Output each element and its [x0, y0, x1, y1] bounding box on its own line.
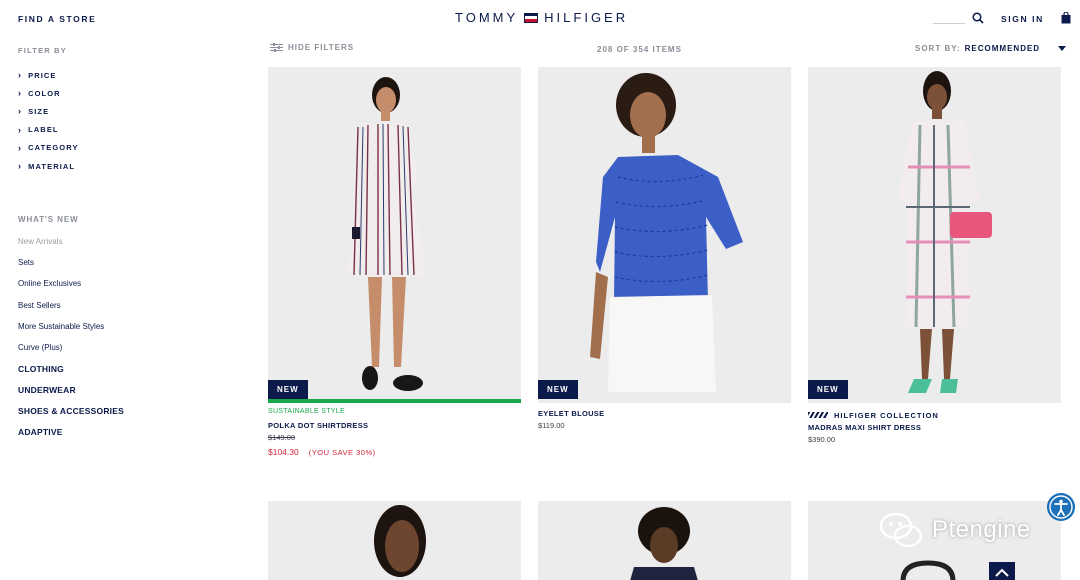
product-card[interactable]: NEW HILFIGER COLLECTION MADRAS MAXI SHIR… — [808, 67, 1061, 444]
product-image[interactable]: NEW — [538, 67, 791, 403]
product-image[interactable]: NEW — [268, 67, 521, 403]
filter-item-color[interactable]: › COLOR — [18, 84, 79, 102]
new-badge: NEW — [538, 380, 578, 399]
sustainable-bar — [268, 399, 521, 403]
sale-price: $104.30 — [268, 447, 299, 457]
hide-filters-button[interactable]: HIDE FILTERS — [270, 43, 354, 52]
product-card-partial[interactable] — [268, 501, 521, 580]
product-card-partial[interactable] — [538, 501, 791, 580]
chevron-right-icon: › — [18, 106, 23, 117]
original-price: $149.00 — [268, 433, 296, 442]
savings-text: (YOU SAVE 30%) — [308, 448, 376, 457]
model-photo — [898, 71, 992, 393]
ptengine-watermark: Ptengine — [878, 510, 1031, 550]
chevron-right-icon: › — [18, 161, 23, 172]
category-adaptive[interactable]: ADAPTIVE — [18, 422, 124, 443]
category-underwear[interactable]: UNDERWEAR — [18, 379, 124, 400]
product-card[interactable]: NEW SUSTAINABLE STYLE POLKA DOT SHIRTDRE… — [268, 67, 521, 457]
model-photo — [630, 507, 698, 580]
brand-logo[interactable]: TOMMY HILFIGER — [455, 10, 628, 25]
sustainable-label: SUSTAINABLE STYLE — [268, 408, 345, 415]
category-sustainable-styles[interactable]: More Sustainable Styles — [18, 316, 124, 337]
category-best-sellers[interactable]: Best Sellers — [18, 295, 124, 316]
chevron-right-icon: › — [18, 70, 23, 81]
collection-label: HILFIGER COLLECTION — [808, 408, 1061, 422]
logo-text-right: HILFIGER — [544, 10, 629, 25]
shopping-bag-icon[interactable] — [1061, 12, 1071, 24]
item-count: 208 OF 354 ITEMS — [597, 45, 682, 54]
find-a-store-link[interactable]: FIND A STORE — [18, 14, 96, 24]
collection-stripes-icon — [808, 412, 828, 418]
category-online-exclusives[interactable]: Online Exclusives — [18, 273, 124, 294]
category-shoes-accessories[interactable]: SHOES & ACCESSORIES — [18, 401, 124, 422]
chevron-right-icon: › — [18, 142, 23, 153]
caret-down-icon — [1058, 46, 1067, 51]
new-badge: NEW — [268, 380, 308, 399]
product-name[interactable]: MADRAS MAXI SHIRT DRESS — [808, 423, 1061, 432]
sort-value: RECOMMENDED — [964, 44, 1041, 53]
product-image[interactable]: NEW — [808, 67, 1061, 403]
chevron-right-icon: › — [18, 88, 23, 99]
model-photo — [374, 505, 426, 577]
sort-label: SORT BY: — [915, 44, 961, 53]
product-price: $390.00 — [808, 435, 836, 444]
category-new-arrivals[interactable]: New Arrivals — [18, 231, 124, 252]
product-card[interactable]: NEW EYELET BLOUSE $119.00 — [538, 67, 791, 430]
filter-list: › PRICE › COLOR › SIZE › LABEL › CATEGORY › MA… — [18, 66, 79, 175]
wechat-icon — [879, 512, 923, 548]
filter-item-size[interactable]: › SIZE — [18, 102, 79, 120]
accessibility-icon[interactable] — [1047, 493, 1075, 521]
filter-item-label[interactable]: › LABEL — [18, 121, 79, 139]
sliders-icon — [270, 43, 283, 52]
sort-dropdown[interactable]: SORT BY: RECOMMENDED — [915, 44, 1067, 53]
chevron-right-icon: › — [18, 124, 23, 135]
category-heading[interactable]: WHAT'S NEW — [18, 215, 79, 224]
sign-in-link[interactable]: SIGN IN — [1001, 14, 1044, 24]
filter-heading: FILTER BY — [18, 46, 67, 55]
filter-item-category[interactable]: › CATEGORY — [18, 139, 79, 157]
category-sets[interactable]: Sets — [18, 252, 124, 273]
product-name[interactable]: EYELET BLOUSE — [538, 409, 791, 418]
logo-text-left: TOMMY — [455, 10, 519, 25]
category-curve-plus[interactable]: Curve (Plus) — [18, 337, 124, 358]
category-list: New Arrivals Sets Online Exclusives Best… — [18, 231, 124, 443]
new-badge: NEW — [808, 380, 848, 399]
filter-item-material[interactable]: › MATERIAL — [18, 157, 79, 175]
product-price: $119.00 — [538, 421, 565, 430]
model-photo — [346, 77, 426, 391]
flag-icon — [524, 12, 539, 23]
product-name[interactable]: POLKA DOT SHIRTDRESS — [268, 421, 521, 430]
search-input[interactable] — [933, 23, 965, 24]
category-clothing[interactable]: CLOTHING — [18, 358, 124, 379]
back-to-top-button[interactable] — [989, 562, 1015, 580]
chevron-up-icon — [995, 568, 1009, 577]
filter-item-price[interactable]: › PRICE — [18, 66, 79, 84]
model-photo — [590, 73, 743, 392]
search-icon[interactable] — [972, 12, 984, 24]
